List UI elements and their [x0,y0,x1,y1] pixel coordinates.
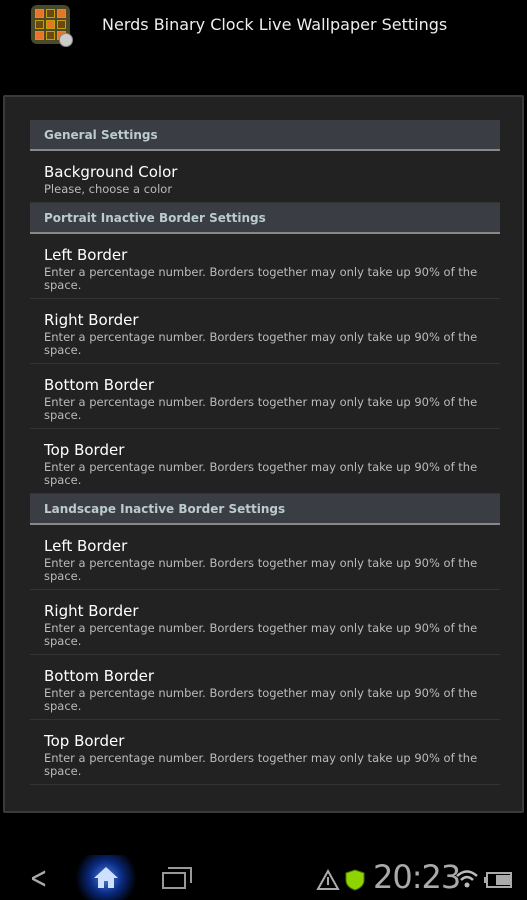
preference-summary: Enter a percentage number. Borders toget… [44,621,478,648]
clock: 20:23 [373,858,461,896]
preference-item[interactable]: Left Border Enter a percentage number. Bo… [30,234,500,299]
preference-title: Bottom Border [44,667,155,685]
preference-title: Bottom Border [44,376,155,394]
section-header: Portrait Inactive Border Settings [30,203,500,234]
section-header: Landscape Inactive Border Settings [30,494,500,525]
security-shield-icon[interactable] [345,869,365,891]
back-icon[interactable]: < [30,861,48,896]
battery-icon [484,872,512,888]
preference-item[interactable]: Top Border Enter a percentage number. Bor… [30,429,500,494]
app-title: Nerds Binary Clock Live Wallpaper Settin… [102,15,448,34]
preference-item[interactable]: Right Border Enter a percentage number. B… [30,299,500,364]
wifi-icon [456,870,478,888]
preference-title: Left Border [44,537,128,555]
preference-item[interactable]: Left Border Enter a percentage number. Bo… [30,525,500,590]
preference-summary: Enter a percentage number. Borders toget… [44,265,478,292]
settings-panel: General Settings Background Color Please, … [3,95,524,813]
preference-summary: Enter a percentage number. Borders toget… [44,395,478,422]
home-icon [94,867,118,888]
preference-title: Top Border [44,732,125,750]
system-bar: < 20:23 [0,855,527,900]
preference-summary: Enter a percentage number. Borders toget… [44,330,478,357]
preference-list: General Settings Background Color Please, … [30,120,500,785]
recent-apps-icon[interactable] [162,867,192,889]
preference-title: Left Border [44,246,128,264]
preference-summary: Please, choose a color [44,182,173,196]
preference-title: Top Border [44,441,125,459]
section-header: General Settings [30,120,500,151]
preference-item[interactable]: Background Color Please, choose a color [30,151,500,203]
preference-title: Background Color [44,163,178,181]
preference-title: Right Border [44,602,139,620]
preference-summary: Enter a percentage number. Borders toget… [44,686,478,713]
preference-item[interactable]: Right Border Enter a percentage number. B… [30,590,500,655]
preference-item[interactable]: Bottom Border Enter a percentage number. … [30,655,500,720]
preference-summary: Enter a percentage number. Borders toget… [44,751,478,778]
binary-clock-app-icon [31,5,73,47]
preference-item[interactable]: Top Border Enter a percentage number. Bor… [30,720,500,785]
title-bar: Nerds Binary Clock Live Wallpaper Settin… [0,0,527,60]
preference-title: Right Border [44,311,139,329]
preference-summary: Enter a percentage number. Borders toget… [44,556,478,583]
home-button[interactable] [72,855,140,900]
preference-item[interactable]: Bottom Border Enter a percentage number. … [30,364,500,429]
warning-icon[interactable] [316,869,340,891]
preference-summary: Enter a percentage number. Borders toget… [44,460,478,487]
